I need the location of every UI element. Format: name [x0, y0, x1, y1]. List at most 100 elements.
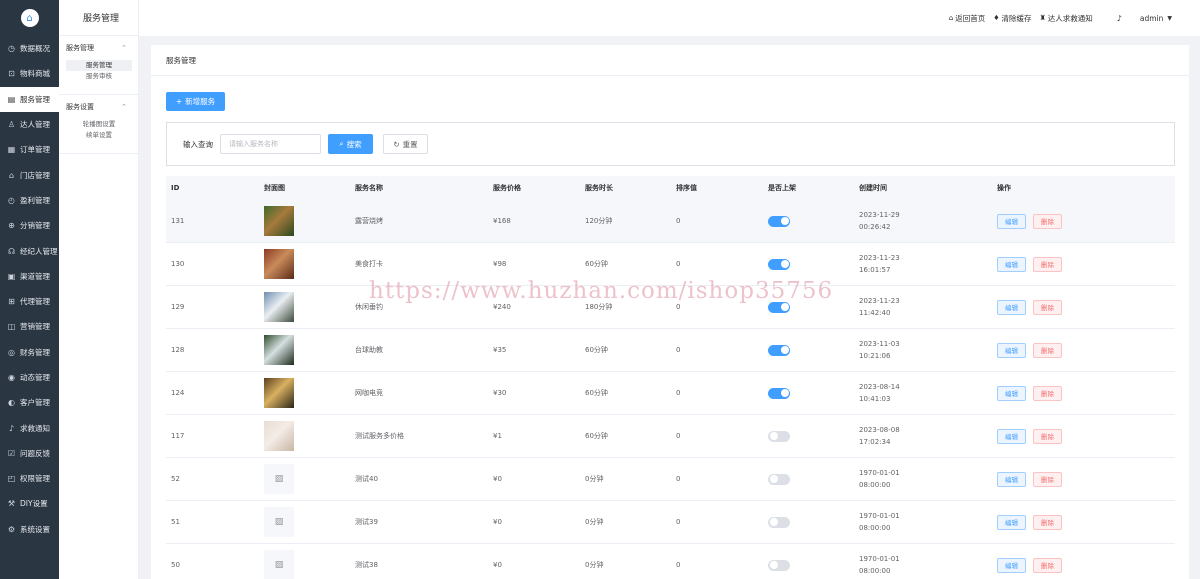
sidebar-item[interactable]: ▦ 订单管理	[0, 137, 59, 162]
sidebar-menu: ◷ 数据概况 ⊡ 物料商城 ▤ 服务管理 ♙ 达人管理 ▦ 订单管理 ⌂ 门店管理 ◴ 盈利管理 ⊕ 分销管理…	[0, 36, 59, 542]
sidebar-item[interactable]: ⚙ 系统设置	[0, 517, 59, 542]
sidebar-item[interactable]: ◉ 动态管理	[0, 365, 59, 390]
listed-toggle[interactable]	[768, 516, 790, 528]
edit-button[interactable]: 编辑	[997, 385, 1026, 401]
sidebar-item[interactable]: ◐ 客户管理	[0, 390, 59, 415]
reset-button[interactable]: ↻ 重置	[383, 134, 428, 154]
caret-down-icon: ▼	[1167, 14, 1172, 22]
feed-icon: ◉	[8, 373, 15, 382]
cell-actions: 编辑 删除	[997, 342, 1175, 358]
delete-button[interactable]: 删除	[1033, 428, 1062, 444]
edit-button[interactable]: 编辑	[997, 428, 1026, 444]
subnav-group-title[interactable]: 服务设置 ⌃	[66, 101, 131, 113]
sidebar-item[interactable]: ▣ 渠道管理	[0, 264, 59, 289]
sidebar-item[interactable]: ♪ 求救通知	[0, 415, 59, 440]
cover-thumbnail[interactable]	[264, 421, 294, 451]
edit-button[interactable]: 编辑	[997, 299, 1026, 315]
edit-button[interactable]: 编辑	[997, 342, 1026, 358]
sidebar-item[interactable]: ☊ 经纪人管理	[0, 238, 59, 263]
listed-toggle[interactable]	[768, 344, 790, 356]
sidebar-item[interactable]: ⊡ 物料商城	[0, 61, 59, 86]
cell-id: 51	[171, 518, 180, 526]
cell-cover	[264, 206, 355, 236]
listed-toggle[interactable]	[768, 215, 790, 227]
subnav-link[interactable]: 续单设置	[66, 130, 132, 141]
listed-toggle[interactable]	[768, 559, 790, 571]
sub-sidebar-groups: 服务管理 ⌃ 服务管理 服务审核 服务设置 ⌃ 轮播图设置 续单设置	[59, 36, 138, 154]
listed-toggle[interactable]	[768, 301, 790, 313]
cover-thumbnail[interactable]	[264, 206, 294, 236]
cover-thumbnail[interactable]	[264, 292, 294, 322]
sidebar-item[interactable]: ◎ 财务管理	[0, 340, 59, 365]
sidebar-item[interactable]: ⊞ 代理管理	[0, 289, 59, 314]
add-service-button[interactable]: + 新增服务	[166, 92, 225, 111]
sidebar-item[interactable]: ☑ 问题反馈	[0, 441, 59, 466]
delete-button[interactable]: 删除	[1033, 256, 1062, 272]
sidebar-item-label: 数据概况	[20, 44, 50, 54]
table-row: 124 网咖电竞 ¥30 60分钟 0 2023-08-14 10:41:03 编辑 删除	[166, 372, 1175, 415]
sidebar-item[interactable]: ◴ 盈利管理	[0, 188, 59, 213]
app-logo[interactable]: ⌂	[0, 0, 59, 36]
listed-toggle[interactable]	[768, 258, 790, 270]
edit-button[interactable]: 编辑	[997, 213, 1026, 229]
sidebar-item[interactable]: ⌂ 门店管理	[0, 162, 59, 187]
service-name-search-input[interactable]: 请输入服务名称	[220, 134, 321, 154]
edit-button[interactable]: 编辑	[997, 514, 1026, 530]
listed-toggle[interactable]	[768, 430, 790, 442]
edit-button[interactable]: 编辑	[997, 471, 1026, 487]
created-time: 08:00:00	[859, 481, 891, 489]
edit-button[interactable]: 编辑	[997, 256, 1026, 272]
search-button[interactable]: ⌕ 搜索	[328, 134, 373, 154]
cover-thumbnail[interactable]	[264, 378, 294, 408]
service-icon: ▤	[7, 94, 16, 104]
cell-duration: 60分钟	[585, 346, 608, 354]
subnav-link[interactable]: 服务审核	[66, 71, 132, 82]
sidebar-item[interactable]: ◫ 营销管理	[0, 314, 59, 339]
edit-button[interactable]: 编辑	[997, 557, 1026, 573]
delete-button[interactable]: 删除	[1033, 213, 1062, 229]
delete-button[interactable]: 删除	[1033, 299, 1062, 315]
cell-actions: 编辑 删除	[997, 557, 1175, 573]
notification-bell-icon[interactable]: ♪	[1117, 14, 1122, 23]
delete-button[interactable]: 删除	[1033, 385, 1062, 401]
sidebar-item-label: 客户管理	[20, 398, 50, 408]
cell-listed	[768, 215, 859, 227]
table-row: 128 台球助教 ¥35 60分钟 0 2023-11-03 10:21:06 编辑 删除	[166, 329, 1175, 372]
cell-name: 测试服务多价格	[355, 432, 404, 440]
column-header: ID	[171, 184, 180, 192]
subnav-group-label: 服务管理	[66, 44, 94, 52]
sidebar-item[interactable]: ◰ 权限管理	[0, 466, 59, 491]
sidebar-item[interactable]: ◷ 数据概况	[0, 36, 59, 61]
created-date: 2023-11-23	[859, 254, 900, 262]
subnav-link[interactable]: 服务管理	[66, 60, 132, 71]
sidebar-item[interactable]: ⚒ DIY设置	[0, 491, 59, 516]
sub-sidebar: 服务管理 服务管理 ⌃ 服务管理 服务审核 服务设置 ⌃ 轮播图设置 续单设置	[59, 0, 139, 579]
delete-button[interactable]: 删除	[1033, 342, 1062, 358]
created-time: 10:41:03	[859, 395, 891, 403]
sidebar-item[interactable]: ⊕ 分销管理	[0, 213, 59, 238]
created-date: 1970-01-01	[859, 512, 900, 520]
home-logo-icon: ⌂	[20, 9, 39, 27]
home-link[interactable]: ⌂ 返回首页	[949, 13, 985, 24]
delete-button[interactable]: 删除	[1033, 557, 1062, 573]
cover-thumbnail[interactable]	[264, 335, 294, 365]
created-date: 2023-11-29	[859, 211, 900, 219]
delete-button[interactable]: 删除	[1033, 514, 1062, 530]
cell-duration: 60分钟	[585, 389, 608, 397]
cell-price: ¥240	[493, 303, 511, 311]
subnav-link[interactable]: 轮播图设置	[66, 119, 132, 130]
subnav-group-title[interactable]: 服务管理 ⌃	[66, 42, 131, 54]
settings-icon: ⚙	[7, 524, 16, 534]
user-menu[interactable]: admin ▼	[1140, 14, 1172, 23]
cell-price: ¥35	[493, 346, 507, 354]
sidebar-item[interactable]: ▤ 服务管理	[0, 86, 59, 112]
page-title: 服务管理	[151, 45, 1189, 76]
cover-thumbnail[interactable]	[264, 249, 294, 279]
clear-cache-link[interactable]: ♦ 清除缓存	[993, 13, 1031, 24]
delete-button[interactable]: 删除	[1033, 471, 1062, 487]
sidebar-item[interactable]: ♙ 达人管理	[0, 112, 59, 137]
listed-toggle[interactable]	[768, 387, 790, 399]
cell-created: 2023-11-03 10:21:06	[859, 338, 997, 362]
sos-notice-link[interactable]: ♜ 达人求救通知	[1039, 13, 1092, 24]
listed-toggle[interactable]	[768, 473, 790, 485]
